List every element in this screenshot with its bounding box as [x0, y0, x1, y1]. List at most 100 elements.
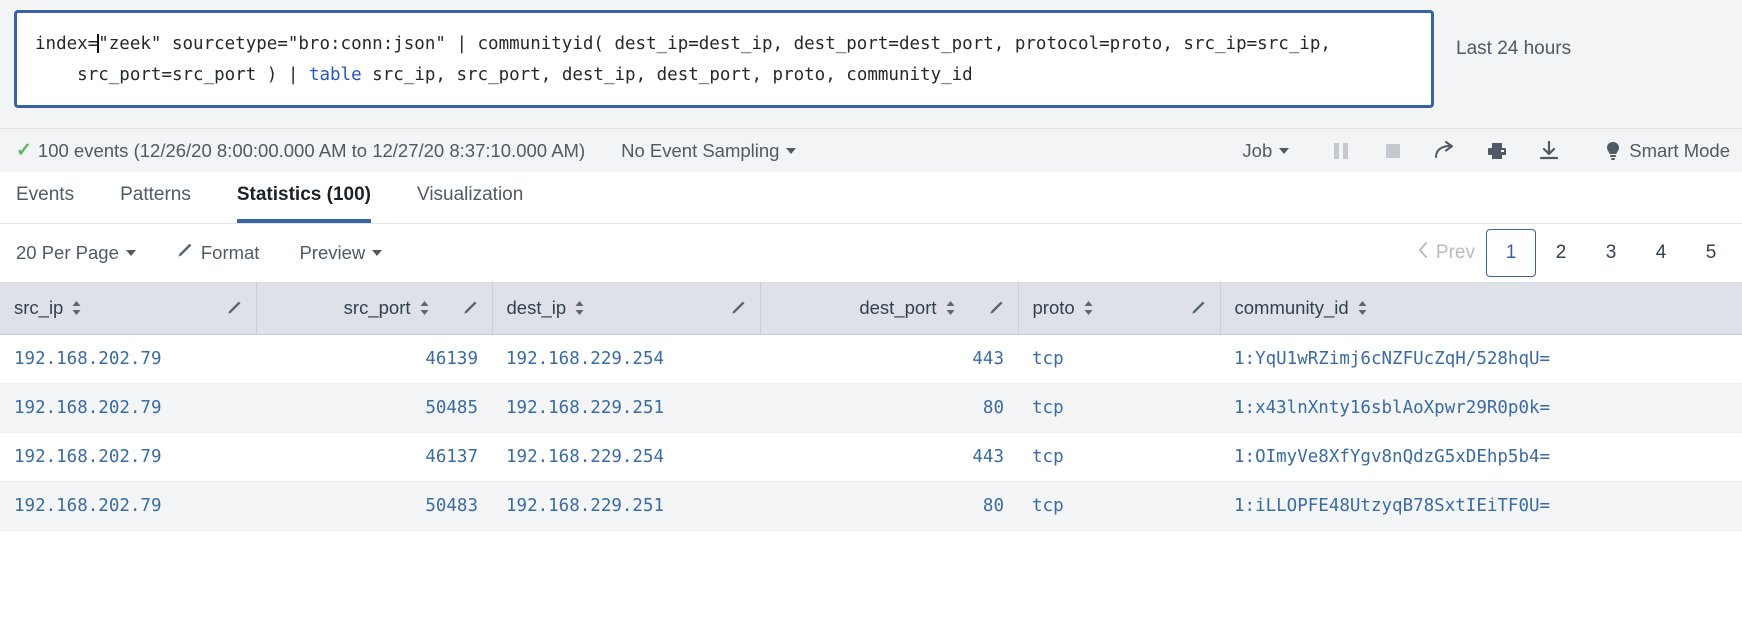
column-header-proto[interactable]: proto — [1018, 282, 1221, 335]
tab-visualization[interactable]: Visualization — [417, 184, 523, 223]
cell-dest-port[interactable]: 80 — [760, 383, 1018, 433]
chevron-down-icon — [372, 250, 383, 256]
cell-dest-port[interactable]: 80 — [760, 481, 1018, 531]
pagination-prev[interactable]: Prev — [1407, 229, 1486, 277]
share-icon[interactable] — [1419, 133, 1471, 169]
column-label: src_ip — [14, 296, 64, 318]
column-header-src-ip[interactable]: src_ip — [0, 282, 257, 335]
cell-src-ip[interactable]: 192.168.202.79 — [0, 334, 256, 384]
cell-proto[interactable]: tcp — [1018, 383, 1220, 433]
sort-arrows-icon[interactable] — [1357, 300, 1368, 316]
pagination-page-1[interactable]: 1 — [1486, 229, 1536, 277]
per-page-dropdown[interactable]: 20 Per Page — [16, 242, 136, 264]
cell-src-port[interactable]: 50485 — [256, 383, 492, 433]
column-header-dest-port[interactable]: dest_port — [760, 282, 1019, 335]
pagination-page-3[interactable]: 3 — [1586, 229, 1636, 277]
column-label: community_id — [1234, 296, 1349, 318]
stop-icon[interactable] — [1367, 133, 1419, 169]
cell-proto[interactable]: tcp — [1018, 334, 1220, 384]
time-range-label: Last 24 hours — [1456, 38, 1572, 59]
per-page-label: 20 Per Page — [16, 242, 119, 263]
job-dropdown-label: Job — [1242, 139, 1273, 161]
event-count-label: 100 events (12/26/20 8:00:00.000 AM to 1… — [37, 139, 586, 161]
success-check-icon: ✓ — [16, 140, 32, 161]
search-bar-container[interactable]: index="zeek" sourcetype="bro:conn:json" … — [14, 10, 1434, 108]
tab-statistics[interactable]: Statistics (100) — [236, 184, 371, 223]
cell-proto[interactable]: tcp — [1018, 481, 1220, 531]
spl-command-keyword: table — [308, 65, 362, 85]
format-label: Format — [200, 242, 260, 263]
cell-src-ip[interactable]: 192.168.202.79 — [0, 432, 256, 482]
table-header-row: src_ip src_port dest_ip dest_port proto … — [0, 282, 1742, 335]
column-header-src-port[interactable]: src_port — [256, 282, 493, 335]
chevron-down-icon — [786, 147, 797, 154]
cell-dest-ip[interactable]: 192.168.229.251 — [492, 481, 760, 531]
cell-src-ip[interactable]: 192.168.202.79 — [0, 383, 256, 433]
cell-dest-port[interactable]: 443 — [760, 432, 1018, 482]
sort-arrows-icon[interactable] — [419, 300, 430, 316]
tab-patterns[interactable]: Patterns — [120, 184, 191, 223]
pagination-page-2[interactable]: 2 — [1536, 229, 1586, 277]
download-icon[interactable] — [1523, 133, 1575, 169]
sort-arrows-icon[interactable] — [71, 300, 82, 316]
spl-segment-1: index= — [35, 34, 99, 54]
cell-dest-ip[interactable]: 192.168.229.254 — [492, 432, 760, 482]
table-row: 192.168.202.79 50485 192.168.229.251 80 … — [0, 383, 1742, 433]
column-format-pencil-icon[interactable] — [970, 300, 1004, 316]
column-label: dest_ip — [506, 296, 567, 318]
cell-community-id[interactable]: 1:YqU1wRZimj6cNZFUcZqH/528hqU= — [1220, 334, 1742, 384]
column-format-pencil-icon[interactable] — [444, 300, 478, 316]
job-dropdown[interactable]: Job — [1242, 139, 1290, 162]
column-label: proto — [1032, 296, 1075, 318]
search-area: index="zeek" sourcetype="bro:conn:json" … — [0, 0, 1742, 128]
search-mode-selector[interactable]: Smart Mode — [1605, 140, 1730, 162]
cell-dest-ip[interactable]: 192.168.229.251 — [492, 383, 760, 433]
column-format-pencil-icon[interactable] — [1172, 300, 1206, 316]
cell-src-port[interactable]: 46139 — [256, 334, 492, 384]
time-range-picker[interactable]: Last 24 hours — [1434, 10, 1742, 60]
print-icon[interactable] — [1471, 133, 1523, 169]
spl-segment-3: src_ip, src_port, dest_ip, dest_port, pr… — [361, 65, 973, 85]
pagination-page-5[interactable]: 5 — [1686, 229, 1736, 277]
spl-query-text: index="zeek" sourcetype="bro:conn:json" … — [35, 29, 1413, 91]
sort-arrows-icon[interactable] — [1083, 300, 1094, 316]
cell-proto[interactable]: tcp — [1018, 432, 1220, 482]
search-input[interactable]: index="zeek" sourcetype="bro:conn:json" … — [19, 15, 1429, 103]
event-sampling-dropdown[interactable]: No Event Sampling — [621, 139, 797, 162]
preview-label: Preview — [299, 242, 366, 263]
tab-events[interactable]: Events — [16, 184, 74, 223]
results-tabs: Events Patterns Statistics (100) Visuali… — [0, 172, 1742, 224]
cell-dest-port[interactable]: 443 — [760, 334, 1018, 384]
table-row: 192.168.202.79 50483 192.168.229.251 80 … — [0, 481, 1742, 531]
cell-dest-ip[interactable]: 192.168.229.254 — [492, 334, 760, 384]
pagination: Prev 1 2 3 4 5 — [1407, 229, 1736, 277]
chevron-left-icon — [1418, 242, 1428, 264]
cell-community-id[interactable]: 1:x43lnXnty16sblAoXpwr29R0p0k= — [1220, 383, 1742, 433]
sort-arrows-icon[interactable] — [574, 300, 585, 316]
column-label: dest_port — [859, 296, 937, 318]
column-label: src_port — [343, 296, 411, 318]
cell-src-ip[interactable]: 192.168.202.79 — [0, 481, 256, 531]
cell-community-id[interactable]: 1:OImyVe8XfYgv8nQdzG5xDEhp5b4= — [1220, 432, 1742, 482]
column-header-community-id[interactable]: community_id — [1220, 282, 1742, 335]
cell-src-port[interactable]: 50483 — [256, 481, 492, 531]
pause-icon[interactable] — [1315, 133, 1367, 169]
pagination-page-4[interactable]: 4 — [1636, 229, 1686, 277]
column-header-dest-ip[interactable]: dest_ip — [492, 282, 761, 335]
job-status-bar: ✓ 100 events (12/26/20 8:00:00.000 AM to… — [0, 128, 1742, 172]
table-row: 192.168.202.79 46137 192.168.229.254 443… — [0, 432, 1742, 482]
preview-dropdown[interactable]: Preview — [299, 242, 383, 264]
results-toolbar: 20 Per Page Format Preview Prev 1 2 3 4 … — [0, 224, 1742, 282]
column-format-pencil-icon[interactable] — [208, 300, 242, 316]
sort-arrows-icon[interactable] — [945, 300, 956, 316]
cell-src-port[interactable]: 46137 — [256, 432, 492, 482]
pagination-prev-label: Prev — [1435, 242, 1475, 263]
job-controls: Job Smart Mode — [1242, 133, 1730, 169]
format-button[interactable]: Format — [176, 242, 260, 264]
chevron-down-icon — [125, 250, 136, 256]
results-table: src_ip src_port dest_ip dest_port proto … — [0, 282, 1742, 531]
event-sampling-label: No Event Sampling — [621, 139, 780, 161]
cell-community-id[interactable]: 1:iLLOPFE48UtzyqB78SxtIEiTF0U= — [1220, 481, 1742, 531]
pencil-icon — [176, 242, 193, 264]
column-format-pencil-icon[interactable] — [712, 300, 746, 316]
